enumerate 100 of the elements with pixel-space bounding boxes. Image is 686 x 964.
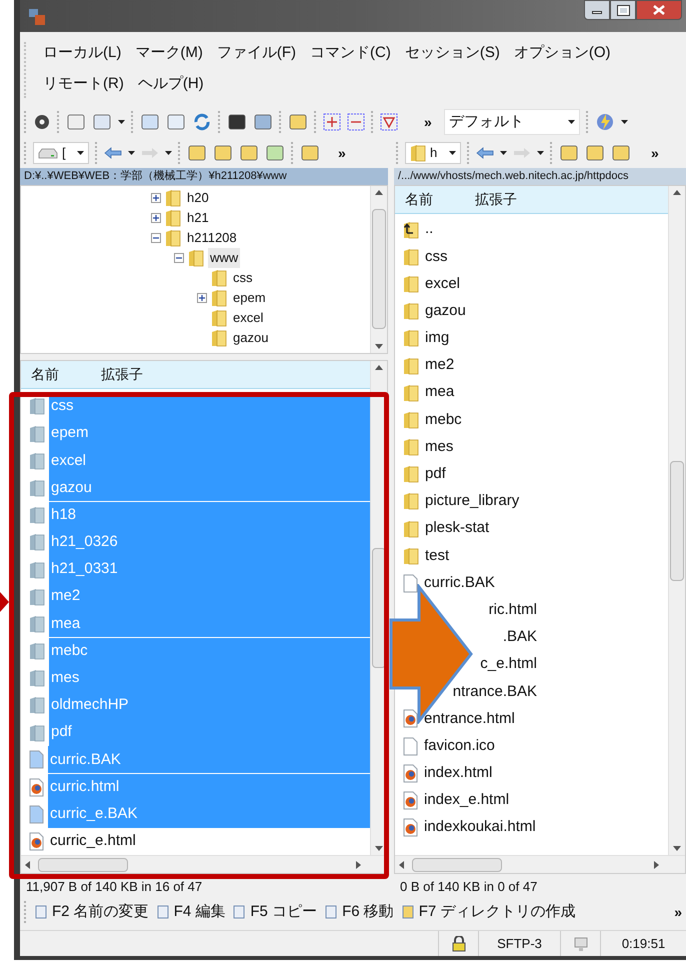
column-heading[interactable]: 拡張子 (101, 364, 143, 385)
tree-item[interactable]: www (208, 248, 240, 268)
caret-icon[interactable] (118, 120, 125, 124)
scroll-thumb[interactable] (38, 858, 128, 872)
caret-icon[interactable] (537, 150, 544, 156)
file-name[interactable]: .BAK (502, 626, 537, 649)
profile-dropdown[interactable]: デフォルト (444, 109, 580, 135)
file-name[interactable]: excel (425, 272, 460, 296)
tree-item[interactable]: epem (231, 288, 268, 308)
function-key-button[interactable]: F7 ディレクトリの作成 (400, 900, 576, 924)
file-name[interactable]: mea (425, 381, 454, 404)
file-name[interactable]: ric.html (488, 598, 537, 622)
file-name[interactable]: plesk-stat (425, 517, 490, 540)
lightning-globe-icon[interactable] (594, 112, 615, 132)
close-button[interactable] (636, 0, 682, 20)
tree-item[interactable]: gazou (231, 328, 270, 348)
caret-icon[interactable] (449, 150, 456, 156)
file-name[interactable]: .. (425, 218, 434, 241)
file-name[interactable]: entrance.html (424, 708, 515, 730)
overflow-chevron[interactable]: » (424, 112, 432, 132)
collapse-icon[interactable] (174, 252, 184, 263)
drive-dropdown[interactable]: h (405, 142, 461, 164)
menu-item[interactable]: コマンド(C) (310, 42, 391, 67)
scroll-left-icon[interactable] (25, 860, 30, 868)
menu-item[interactable]: マーク(M) (135, 42, 203, 67)
file-name[interactable]: gazou (425, 300, 466, 322)
caret-icon[interactable] (500, 150, 507, 156)
scroll-thumb[interactable] (412, 858, 502, 872)
menu-item[interactable]: ローカル(L) (43, 42, 122, 67)
file-name[interactable]: picture_library (425, 490, 520, 513)
back-arrow-icon[interactable] (104, 147, 122, 159)
folder-icon (403, 248, 419, 266)
scroll-up-icon[interactable] (375, 364, 383, 370)
column-heading[interactable]: 名前 (21, 364, 101, 385)
menu-item[interactable]: オプション(O) (514, 42, 610, 67)
function-key-button[interactable]: F5 コピー (231, 900, 318, 924)
scroll-up-icon[interactable] (673, 190, 681, 195)
drive-dropdown[interactable]: [ (33, 142, 89, 164)
overflow-chevron[interactable]: » (651, 142, 659, 164)
vertical-scrollbar[interactable] (370, 186, 387, 353)
menu-item[interactable]: セッション(S) (404, 42, 500, 67)
file-name[interactable]: img (425, 327, 450, 350)
file-name[interactable]: mes (425, 436, 454, 458)
scroll-thumb[interactable] (670, 460, 684, 580)
file-name[interactable]: indexkoukai.html (424, 816, 536, 839)
back-arrow-icon[interactable] (476, 147, 494, 159)
file-name[interactable]: mebc (425, 408, 462, 432)
minus-box-icon[interactable] (347, 113, 365, 131)
scroll-right-icon[interactable] (654, 860, 659, 868)
file-name[interactable]: me2 (425, 354, 454, 377)
caret-icon[interactable] (128, 150, 135, 156)
horizontal-scrollbar[interactable] (395, 855, 685, 873)
caret-icon[interactable] (165, 150, 172, 156)
tree-item[interactable]: css (231, 268, 254, 288)
scroll-up-icon[interactable] (375, 190, 383, 195)
maximize-button[interactable] (610, 0, 636, 20)
file-name[interactable]: c_e.html (480, 653, 537, 676)
file-name[interactable]: curric_e.html (48, 828, 370, 855)
scroll-down-icon[interactable] (375, 846, 383, 851)
file-name[interactable]: favicon.ico (424, 734, 495, 758)
file-name[interactable]: index.html (424, 762, 492, 785)
scroll-down-icon[interactable] (673, 846, 681, 851)
caret-icon[interactable] (620, 120, 628, 124)
function-key-button[interactable]: F6 移動 (323, 900, 394, 924)
scroll-right-icon[interactable] (356, 860, 361, 868)
tree-item[interactable]: h211208 (185, 228, 239, 248)
expand-icon[interactable] (151, 212, 161, 223)
expand-icon[interactable] (151, 192, 161, 203)
tree-item[interactable]: h21 (185, 208, 211, 228)
file-name[interactable]: pdf (425, 463, 446, 486)
column-heading[interactable]: 拡張子 (475, 189, 517, 210)
menu-item[interactable]: リモート(R) (43, 73, 124, 98)
tree-item[interactable]: excel (231, 308, 266, 328)
file-name[interactable]: css (425, 246, 448, 268)
scroll-left-icon[interactable] (399, 860, 404, 868)
caret-icon[interactable] (568, 120, 575, 124)
expand-icon[interactable] (197, 292, 207, 303)
close-icon[interactable] (653, 5, 665, 15)
file-name[interactable]: curric.BAK (424, 572, 495, 594)
overflow-chevron[interactable]: » (674, 902, 682, 922)
file-name[interactable]: test (425, 544, 450, 568)
plus-box-icon[interactable] (323, 113, 341, 131)
scroll-down-icon[interactable] (375, 344, 383, 349)
caret-icon[interactable] (77, 150, 84, 156)
overflow-chevron[interactable]: » (338, 142, 346, 164)
minimize-button[interactable] (584, 0, 610, 20)
file-name[interactable]: index_e.html (424, 789, 510, 812)
tree-item[interactable]: h20 (185, 188, 211, 208)
refresh-icon[interactable] (192, 112, 212, 132)
function-key-button[interactable]: F2 名前の変更 (33, 900, 149, 924)
filter-icon[interactable] (380, 113, 398, 131)
column-heading[interactable]: 名前 (395, 189, 475, 210)
horizontal-scrollbar[interactable] (21, 855, 387, 873)
file-name[interactable]: ntrance.BAK (452, 680, 537, 704)
menu-item[interactable]: ファイル(F) (216, 42, 296, 67)
collapse-icon[interactable] (151, 232, 161, 243)
function-key-button[interactable]: F4 編集 (154, 900, 226, 924)
menu-item[interactable]: ヘルプ(H) (138, 73, 204, 98)
scroll-thumb[interactable] (372, 209, 386, 330)
vertical-scrollbar[interactable] (668, 186, 685, 855)
